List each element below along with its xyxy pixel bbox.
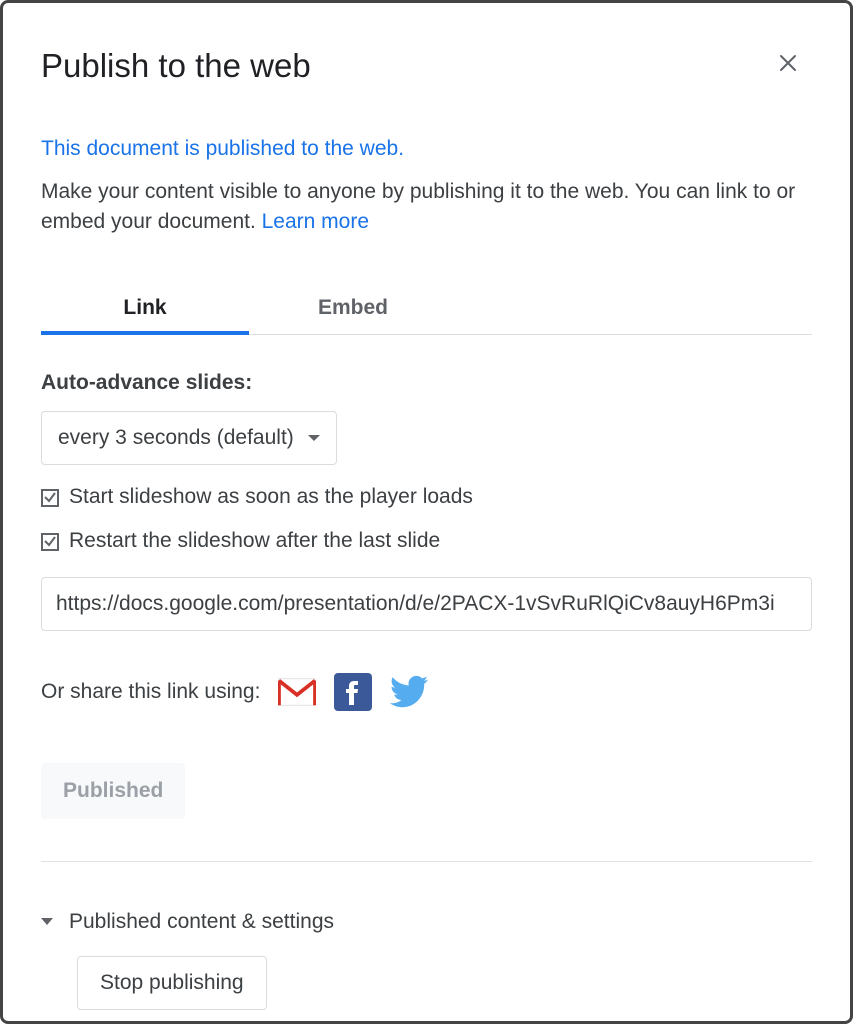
checkbox-label: Restart the slideshow after the last sli… bbox=[69, 529, 440, 553]
tab-embed[interactable]: Embed bbox=[249, 286, 457, 334]
stop-publishing-button[interactable]: Stop publishing bbox=[77, 956, 267, 1010]
description-text: Make your content visible to anyone by p… bbox=[41, 180, 795, 233]
checkbox-row-start-on-load: Start slideshow as soon as the player lo… bbox=[41, 485, 812, 509]
checkbox-restart-after-last[interactable] bbox=[41, 533, 59, 551]
divider bbox=[41, 861, 812, 862]
publish-url-input[interactable] bbox=[41, 577, 812, 631]
close-button[interactable] bbox=[774, 51, 802, 79]
published-button[interactable]: Published bbox=[41, 763, 185, 819]
expander-label: Published content & settings bbox=[69, 910, 334, 934]
share-icons bbox=[278, 673, 428, 711]
facebook-icon[interactable] bbox=[334, 673, 372, 711]
auto-advance-select[interactable]: every 3 seconds (default) bbox=[41, 411, 337, 465]
publish-status-link[interactable]: This document is published to the web. bbox=[41, 137, 812, 161]
checkbox-start-on-load[interactable] bbox=[41, 489, 59, 507]
close-icon bbox=[776, 51, 800, 80]
checkbox-row-restart: Restart the slideshow after the last sli… bbox=[41, 529, 812, 553]
publish-dialog: Publish to the web This document is publ… bbox=[0, 0, 853, 1024]
share-label: Or share this link using: bbox=[41, 680, 260, 704]
check-icon bbox=[43, 530, 57, 554]
checkbox-label: Start slideshow as soon as the player lo… bbox=[69, 485, 473, 509]
tabs: Link Embed bbox=[41, 286, 812, 335]
chevron-down-icon bbox=[308, 435, 320, 441]
auto-advance-label: Auto-advance slides: bbox=[41, 371, 812, 395]
auto-advance-value: every 3 seconds (default) bbox=[58, 426, 294, 450]
published-settings-expander[interactable]: Published content & settings bbox=[41, 910, 812, 934]
gmail-icon[interactable] bbox=[278, 673, 316, 711]
dialog-title: Publish to the web bbox=[41, 47, 812, 85]
twitter-icon[interactable] bbox=[390, 673, 428, 711]
check-icon bbox=[43, 486, 57, 510]
chevron-down-icon bbox=[41, 918, 53, 925]
learn-more-link[interactable]: Learn more bbox=[262, 210, 369, 233]
tab-link[interactable]: Link bbox=[41, 286, 249, 334]
dialog-description: Make your content visible to anyone by p… bbox=[41, 177, 812, 238]
share-row: Or share this link using: bbox=[41, 673, 812, 711]
